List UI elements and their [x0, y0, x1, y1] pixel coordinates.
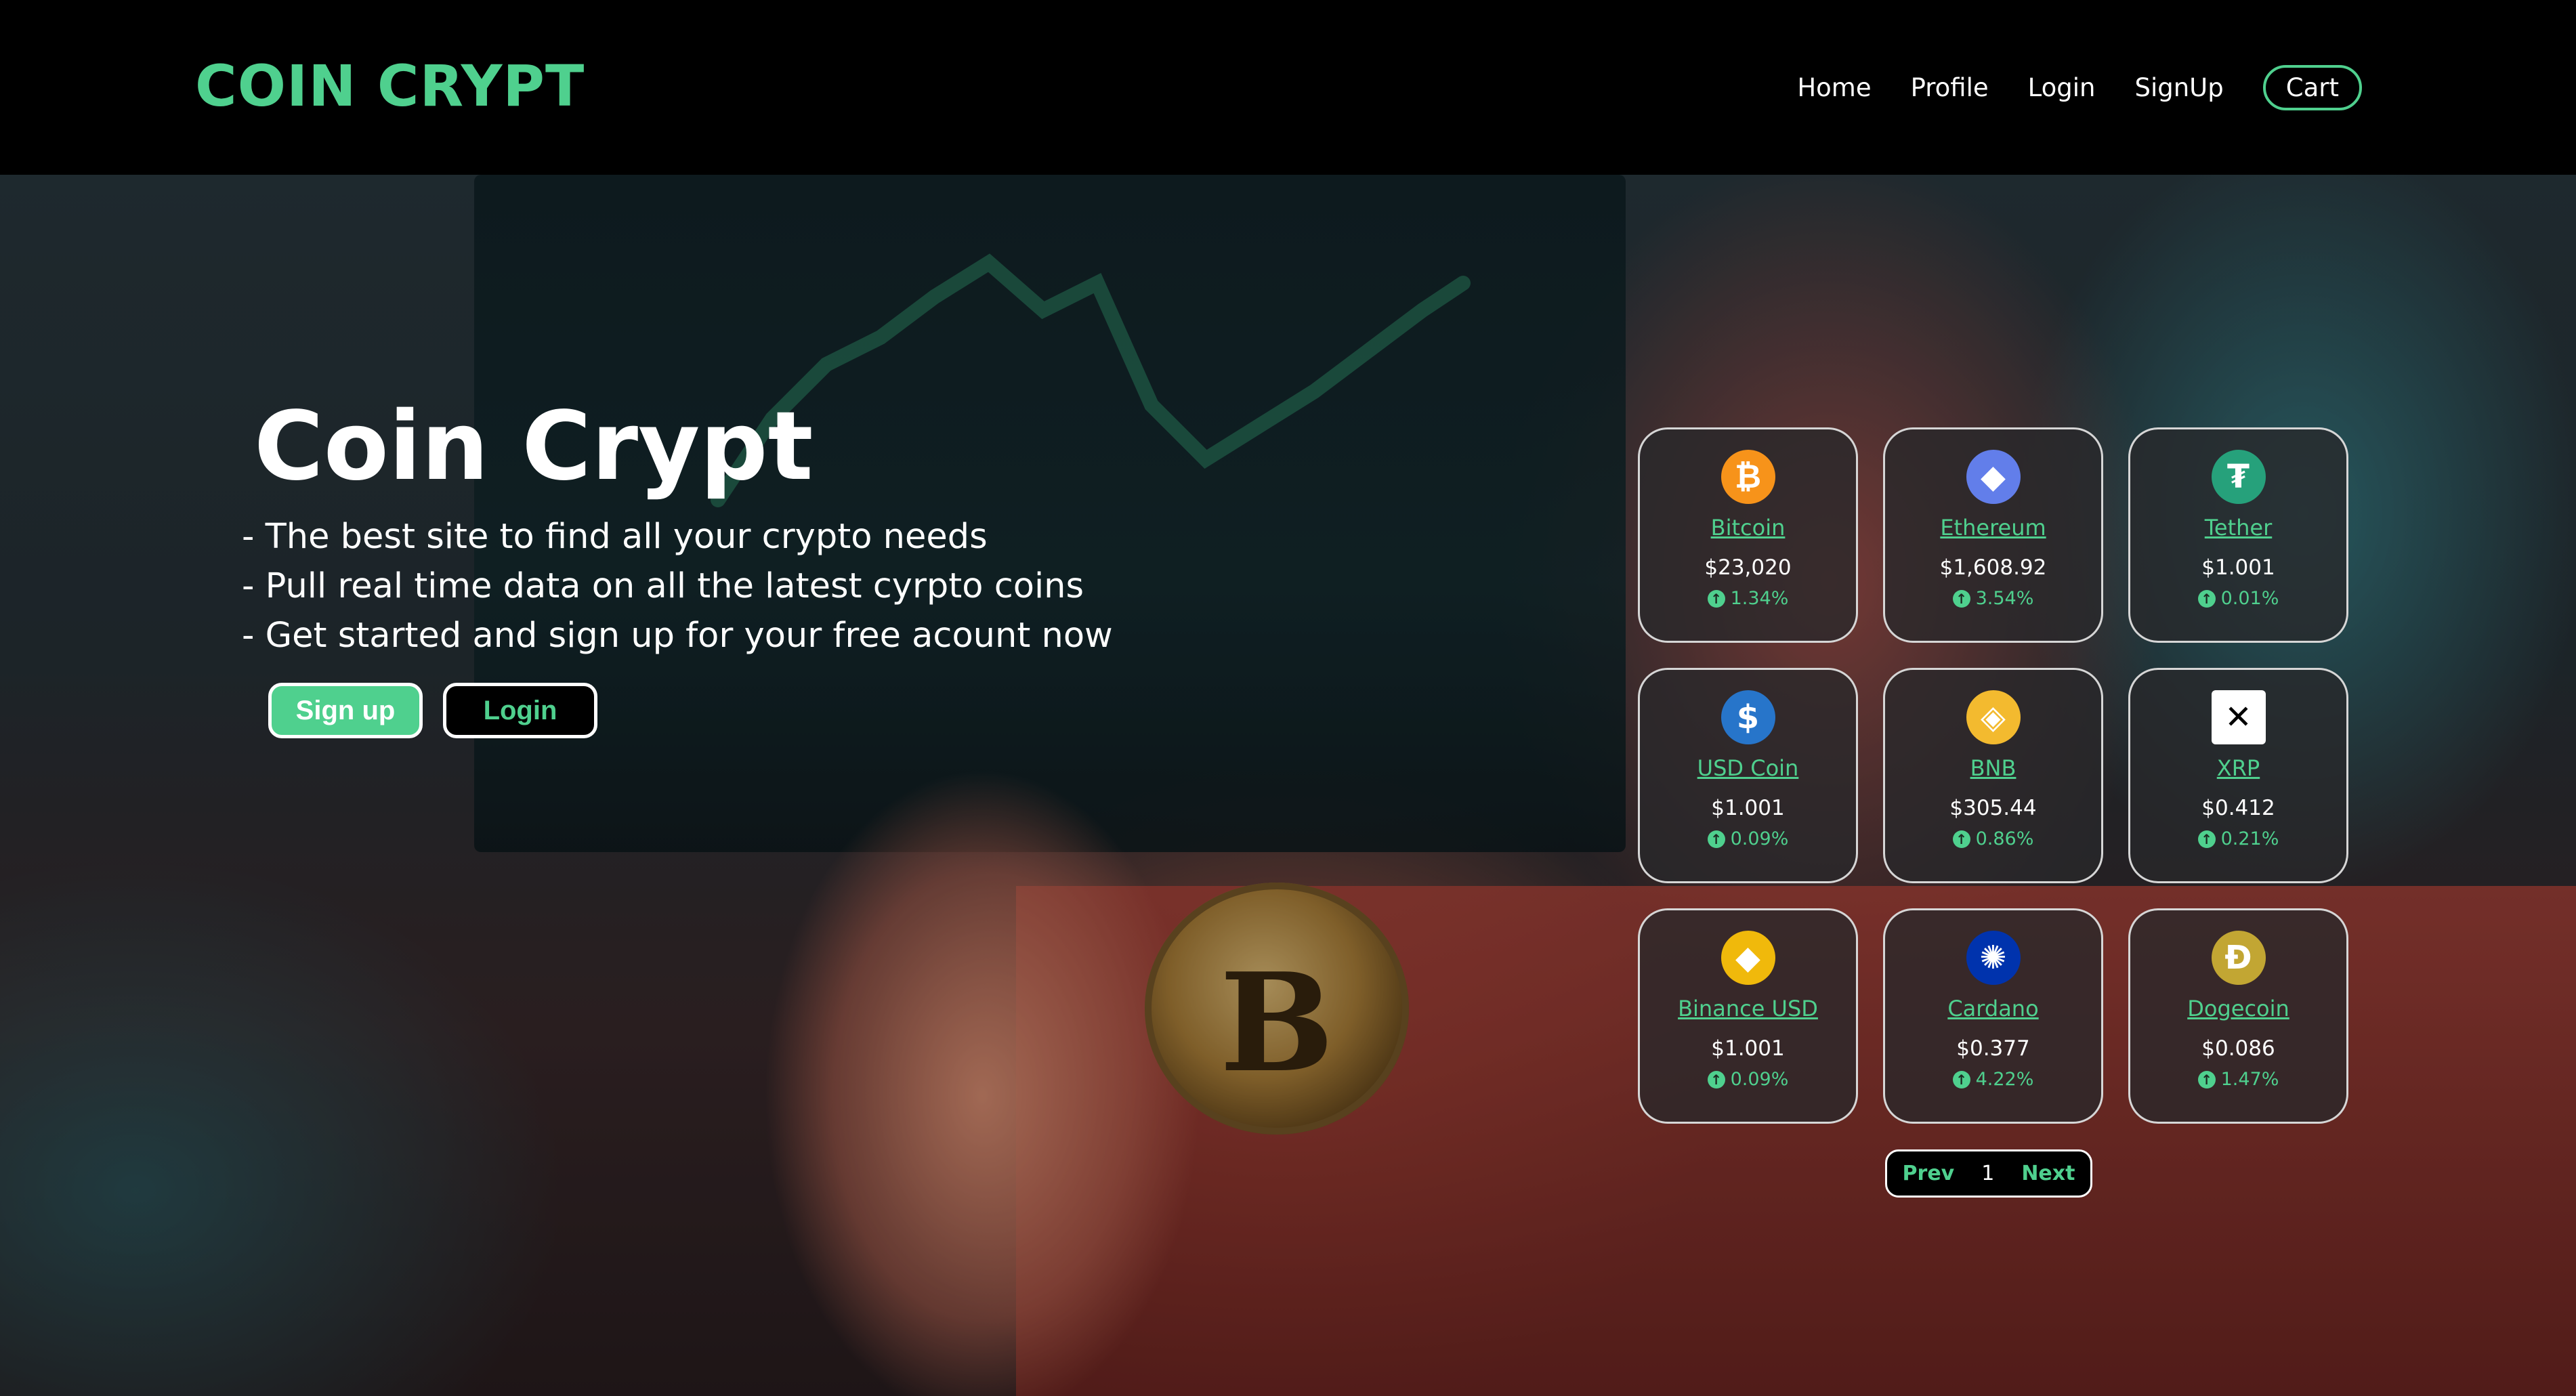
arrow-up-icon: ↑: [1952, 830, 1970, 848]
coin-change: ↑ 0.21%: [2197, 828, 2279, 849]
coin-card[interactable]: $ USD Coin $1.001 ↑ 0.09%: [1638, 668, 1858, 883]
coin-change-value: 0.09%: [1730, 1069, 1789, 1090]
coin-name-link[interactable]: Cardano: [1947, 996, 2038, 1021]
coin-price: $1,608.92: [1939, 555, 2047, 580]
coin-change-value: 0.01%: [2220, 588, 2279, 609]
nav-login[interactable]: Login: [2028, 73, 2096, 102]
coin-name-link[interactable]: Binance USD: [1678, 996, 1818, 1021]
coin-change-value: 0.86%: [1975, 828, 2034, 849]
coin-card[interactable]: ✕ XRP $0.412 ↑ 0.21%: [2128, 668, 2348, 883]
hero-title: Coin Crypt: [254, 392, 814, 502]
coin-name-link[interactable]: XRP: [2217, 755, 2260, 781]
main-nav: Home Profile Login SignUp Cart: [1797, 65, 2362, 110]
nav-home[interactable]: Home: [1797, 73, 1871, 102]
coin-change: ↑ 4.22%: [1952, 1069, 2034, 1090]
coin-name-link[interactable]: USD Coin: [1697, 755, 1799, 781]
coin-name-link[interactable]: BNB: [1970, 755, 2017, 781]
tether-icon: ₮: [2211, 450, 2266, 504]
coin-price: $1.001: [1711, 1036, 1785, 1061]
bitcoin-icon: ₿: [1720, 450, 1775, 504]
dogecoin-icon: Ð: [2211, 931, 2266, 985]
coin-grid: ₿ Bitcoin $23,020 ↑ 1.34% ◆ Ethereum $1,608.92 ↑…: [1638, 427, 2348, 1124]
cardano-icon: ✺: [1966, 931, 2021, 985]
login-button[interactable]: Login: [443, 683, 597, 738]
brand-logo[interactable]: COIN CRYPT: [195, 53, 585, 119]
coin-card[interactable]: ◆ Binance USD $1.001 ↑ 0.09%: [1638, 908, 1858, 1124]
coin-name-link[interactable]: Bitcoin: [1711, 515, 1786, 541]
coin-change-value: 0.09%: [1730, 828, 1789, 849]
cart-button[interactable]: Cart: [2262, 65, 2362, 110]
ethereum-icon: ◆: [1966, 450, 2021, 504]
coin-card[interactable]: ₿ Bitcoin $23,020 ↑ 1.34%: [1638, 427, 1858, 643]
arrow-up-icon: ↑: [1952, 589, 1970, 608]
coin-change: ↑ 1.47%: [2197, 1069, 2279, 1090]
coin-name-link[interactable]: Ethereum: [1940, 515, 2046, 541]
hero-bullet: - The best site to find all your crypto …: [242, 517, 988, 557]
coin-change-value: 1.34%: [1730, 588, 1789, 609]
site-header: COIN CRYPT Home Profile Login SignUp Car…: [0, 0, 2576, 175]
signup-button[interactable]: Sign up: [268, 683, 423, 738]
hero-actions: Sign up Login: [268, 683, 597, 738]
coin-price: $305.44: [1949, 796, 2037, 820]
arrow-up-icon: ↑: [1707, 830, 1725, 848]
bnb-icon: ◈: [1966, 690, 2021, 744]
hero-bullets: - The best site to find all your crypto …: [242, 512, 1113, 660]
coin-card[interactable]: ◆ Ethereum $1,608.92 ↑ 3.54%: [1883, 427, 2103, 643]
coin-change-value: 4.22%: [1975, 1069, 2034, 1090]
coin-change-value: 1.47%: [2220, 1069, 2279, 1090]
coin-name-link[interactable]: Tether: [2205, 515, 2272, 541]
arrow-up-icon: ↑: [2197, 589, 2216, 608]
coin-change-value: 0.21%: [2220, 828, 2279, 849]
coin-price: $0.086: [2201, 1036, 2275, 1061]
coin-name-link[interactable]: Dogecoin: [2187, 996, 2289, 1021]
coin-change: ↑ 0.09%: [1707, 1069, 1789, 1090]
coin-price: $0.412: [2201, 796, 2275, 820]
hero-bullet: - Pull real time data on all the latest …: [242, 566, 1084, 606]
binance-usd-icon: ◆: [1720, 931, 1775, 985]
coin-price: $23,020: [1704, 555, 1792, 580]
nav-profile[interactable]: Profile: [1911, 73, 1989, 102]
page-number: 1: [1981, 1162, 1995, 1185]
next-button[interactable]: Next: [2021, 1162, 2075, 1185]
nav-signup[interactable]: SignUp: [2134, 73, 2223, 102]
coin-card[interactable]: ₮ Tether $1.001 ↑ 0.01%: [2128, 427, 2348, 643]
arrow-up-icon: ↑: [1952, 1070, 1970, 1088]
pagination: Prev 1 Next: [1885, 1149, 2092, 1198]
coin-price: $1.001: [1711, 796, 1785, 820]
coin-card[interactable]: ◈ BNB $305.44 ↑ 0.86%: [1883, 668, 2103, 883]
coin-change: ↑ 0.09%: [1707, 828, 1789, 849]
coin-price: $1.001: [2201, 555, 2275, 580]
xrp-icon: ✕: [2211, 690, 2266, 744]
coin-change: ↑ 0.01%: [2197, 588, 2279, 609]
prev-button[interactable]: Prev: [1903, 1162, 1955, 1185]
coin-change-value: 3.54%: [1975, 588, 2034, 609]
coin-card[interactable]: Ð Dogecoin $0.086 ↑ 1.47%: [2128, 908, 2348, 1124]
coin-change: ↑ 3.54%: [1952, 588, 2034, 609]
arrow-up-icon: ↑: [1707, 1070, 1725, 1088]
arrow-up-icon: ↑: [2197, 830, 2216, 848]
coin-card[interactable]: ✺ Cardano $0.377 ↑ 4.22%: [1883, 908, 2103, 1124]
arrow-up-icon: ↑: [1707, 589, 1725, 608]
coin-change: ↑ 1.34%: [1707, 588, 1789, 609]
arrow-up-icon: ↑: [2197, 1070, 2216, 1088]
coin-price: $0.377: [1956, 1036, 2030, 1061]
usd-coin-icon: $: [1720, 690, 1775, 744]
hero-bullet: - Get started and sign up for your free …: [242, 616, 1113, 656]
coin-change: ↑ 0.86%: [1952, 828, 2034, 849]
